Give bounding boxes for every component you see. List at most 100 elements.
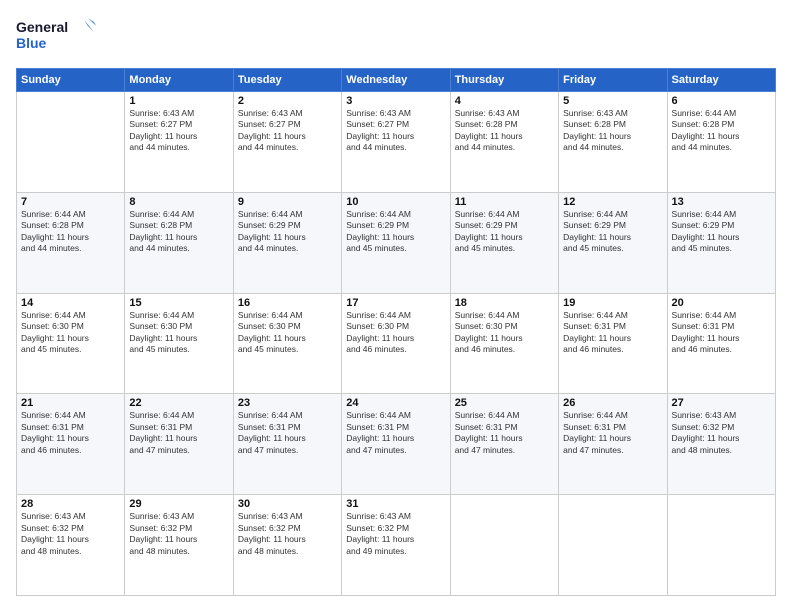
svg-text:General: General [16, 19, 68, 35]
day-number: 22 [129, 397, 228, 409]
day-number: 8 [129, 196, 228, 208]
calendar-cell: 15Sunrise: 6:44 AM Sunset: 6:30 PM Dayli… [125, 293, 233, 394]
calendar-cell [17, 92, 125, 193]
calendar-row: 21 Sunrise: 6:44 AM Sunset: 6:31 PM Dayli… [17, 394, 776, 495]
day-number: 26 [563, 397, 662, 409]
day-info: Sunrise: 6:44 AM Sunset: 6:29 PM Dayligh… [563, 209, 662, 255]
day-info: Sunrise: 6:44 AM Sunset: 6:30 PM Dayligh… [21, 310, 120, 356]
calendar-cell: 4Sunrise: 6:43 AM Sunset: 6:28 PM Daylig… [450, 92, 558, 193]
day-info: Sunrise: 6:44 AM Sunset: 6:31 PM Dayligh… [346, 410, 445, 456]
day-number: 10 [346, 196, 445, 208]
calendar-row: 28Sunrise: 6:43 AM Sunset: 6:32 PM Dayli… [17, 495, 776, 596]
day-info: Sunrise: 6:43 AM Sunset: 6:32 PM Dayligh… [238, 511, 337, 557]
calendar-cell: 8Sunrise: 6:44 AM Sunset: 6:28 PM Daylig… [125, 192, 233, 293]
day-info: Sunrise: 6:43 AM Sunset: 6:32 PM Dayligh… [346, 511, 445, 557]
calendar-cell: 6Sunrise: 6:44 AM Sunset: 6:28 PM Daylig… [667, 92, 775, 193]
day-info: Sunrise: 6:44 AM Sunset: 6:29 PM Dayligh… [346, 209, 445, 255]
weekday-header-row: SundayMondayTuesdayWednesdayThursdayFrid… [17, 69, 776, 92]
weekday-header-cell: Monday [125, 69, 233, 92]
calendar-cell: 29Sunrise: 6:43 AM Sunset: 6:32 PM Dayli… [125, 495, 233, 596]
calendar-cell: 17Sunrise: 6:44 AM Sunset: 6:30 PM Dayli… [342, 293, 450, 394]
day-info: Sunrise: 6:43 AM Sunset: 6:27 PM Dayligh… [129, 108, 228, 154]
calendar-row: 7Sunrise: 6:44 AM Sunset: 6:28 PM Daylig… [17, 192, 776, 293]
calendar-cell: 5Sunrise: 6:43 AM Sunset: 6:28 PM Daylig… [559, 92, 667, 193]
day-number: 1 [129, 95, 228, 107]
day-info: Sunrise: 6:43 AM Sunset: 6:28 PM Dayligh… [455, 108, 554, 154]
day-number: 27 [672, 397, 771, 409]
calendar-cell: 27Sunrise: 6:43 AM Sunset: 6:32 PM Dayli… [667, 394, 775, 495]
day-number: 18 [455, 297, 554, 309]
logo-svg: General Blue [16, 16, 96, 58]
calendar-cell: 24Sunrise: 6:44 AM Sunset: 6:31 PM Dayli… [342, 394, 450, 495]
weekday-header-cell: Tuesday [233, 69, 341, 92]
calendar-cell: 19Sunrise: 6:44 AM Sunset: 6:31 PM Dayli… [559, 293, 667, 394]
calendar-cell: 26Sunrise: 6:44 AM Sunset: 6:31 PM Dayli… [559, 394, 667, 495]
calendar-cell: 2Sunrise: 6:43 AM Sunset: 6:27 PM Daylig… [233, 92, 341, 193]
day-info: Sunrise: 6:44 AM Sunset: 6:31 PM Dayligh… [129, 410, 228, 456]
day-number: 9 [238, 196, 337, 208]
calendar-row: 14Sunrise: 6:44 AM Sunset: 6:30 PM Dayli… [17, 293, 776, 394]
day-info: Sunrise: 6:44 AM Sunset: 6:28 PM Dayligh… [129, 209, 228, 255]
calendar-table: SundayMondayTuesdayWednesdayThursdayFrid… [16, 68, 776, 596]
day-number: 19 [563, 297, 662, 309]
day-info: Sunrise: 6:44 AM Sunset: 6:31 PM Dayligh… [238, 410, 337, 456]
day-info: Sunrise: 6:43 AM Sunset: 6:27 PM Dayligh… [238, 108, 337, 154]
day-number: 29 [129, 498, 228, 510]
calendar-cell: 28Sunrise: 6:43 AM Sunset: 6:32 PM Dayli… [17, 495, 125, 596]
header: General Blue [16, 16, 776, 58]
calendar-cell: 3Sunrise: 6:43 AM Sunset: 6:27 PM Daylig… [342, 92, 450, 193]
day-number: 4 [455, 95, 554, 107]
svg-text:Blue: Blue [16, 35, 47, 51]
day-number: 15 [129, 297, 228, 309]
day-info: Sunrise: 6:44 AM Sunset: 6:29 PM Dayligh… [238, 209, 337, 255]
day-number: 2 [238, 95, 337, 107]
day-info: Sunrise: 6:43 AM Sunset: 6:32 PM Dayligh… [129, 511, 228, 557]
calendar-cell: 22Sunrise: 6:44 AM Sunset: 6:31 PM Dayli… [125, 394, 233, 495]
weekday-header-cell: Wednesday [342, 69, 450, 92]
calendar-cell [450, 495, 558, 596]
day-number: 5 [563, 95, 662, 107]
calendar-cell: 23Sunrise: 6:44 AM Sunset: 6:31 PM Dayli… [233, 394, 341, 495]
day-number: 13 [672, 196, 771, 208]
calendar-cell [667, 495, 775, 596]
weekday-header-cell: Saturday [667, 69, 775, 92]
day-number: 31 [346, 498, 445, 510]
day-number: 16 [238, 297, 337, 309]
calendar-cell: 21Sunrise: 6:44 AM Sunset: 6:31 PM Dayli… [17, 394, 125, 495]
calendar-cell: 9Sunrise: 6:44 AM Sunset: 6:29 PM Daylig… [233, 192, 341, 293]
calendar-cell: 10Sunrise: 6:44 AM Sunset: 6:29 PM Dayli… [342, 192, 450, 293]
weekday-header-cell: Sunday [17, 69, 125, 92]
day-number: 7 [21, 196, 120, 208]
day-number: 23 [238, 397, 337, 409]
day-info: Sunrise: 6:43 AM Sunset: 6:32 PM Dayligh… [21, 511, 120, 557]
day-number: 17 [346, 297, 445, 309]
day-number: 28 [21, 498, 120, 510]
calendar-cell: 18Sunrise: 6:44 AM Sunset: 6:30 PM Dayli… [450, 293, 558, 394]
day-number: 25 [455, 397, 554, 409]
day-info: Sunrise: 6:44 AM Sunset: 6:28 PM Dayligh… [672, 108, 771, 154]
calendar-cell: 20Sunrise: 6:44 AM Sunset: 6:31 PM Dayli… [667, 293, 775, 394]
day-number: 20 [672, 297, 771, 309]
day-info: Sunrise: 6:44 AM Sunset: 6:30 PM Dayligh… [238, 310, 337, 356]
day-number: 30 [238, 498, 337, 510]
weekday-header-cell: Thursday [450, 69, 558, 92]
calendar-cell: 31Sunrise: 6:43 AM Sunset: 6:32 PM Dayli… [342, 495, 450, 596]
calendar-row: 1Sunrise: 6:43 AM Sunset: 6:27 PM Daylig… [17, 92, 776, 193]
logo: General Blue [16, 16, 96, 58]
page: General Blue SundayMondayTuesdayWednesda… [0, 0, 792, 612]
day-number: 6 [672, 95, 771, 107]
day-number: 14 [21, 297, 120, 309]
calendar-cell: 16Sunrise: 6:44 AM Sunset: 6:30 PM Dayli… [233, 293, 341, 394]
calendar-cell: 14Sunrise: 6:44 AM Sunset: 6:30 PM Dayli… [17, 293, 125, 394]
day-info: Sunrise: 6:43 AM Sunset: 6:28 PM Dayligh… [563, 108, 662, 154]
calendar-cell: 25Sunrise: 6:44 AM Sunset: 6:31 PM Dayli… [450, 394, 558, 495]
calendar-cell: 1Sunrise: 6:43 AM Sunset: 6:27 PM Daylig… [125, 92, 233, 193]
day-info: Sunrise: 6:44 AM Sunset: 6:31 PM Dayligh… [563, 410, 662, 456]
day-info: Sunrise: 6:44 AM Sunset: 6:30 PM Dayligh… [129, 310, 228, 356]
day-info: Sunrise: 6:44 AM Sunset: 6:28 PM Dayligh… [21, 209, 120, 255]
day-info: Sunrise: 6:43 AM Sunset: 6:32 PM Dayligh… [672, 410, 771, 456]
day-number: 21 [21, 397, 120, 409]
day-info: Sunrise: 6:44 AM Sunset: 6:30 PM Dayligh… [455, 310, 554, 356]
calendar-cell: 13Sunrise: 6:44 AM Sunset: 6:29 PM Dayli… [667, 192, 775, 293]
calendar-cell: 7Sunrise: 6:44 AM Sunset: 6:28 PM Daylig… [17, 192, 125, 293]
